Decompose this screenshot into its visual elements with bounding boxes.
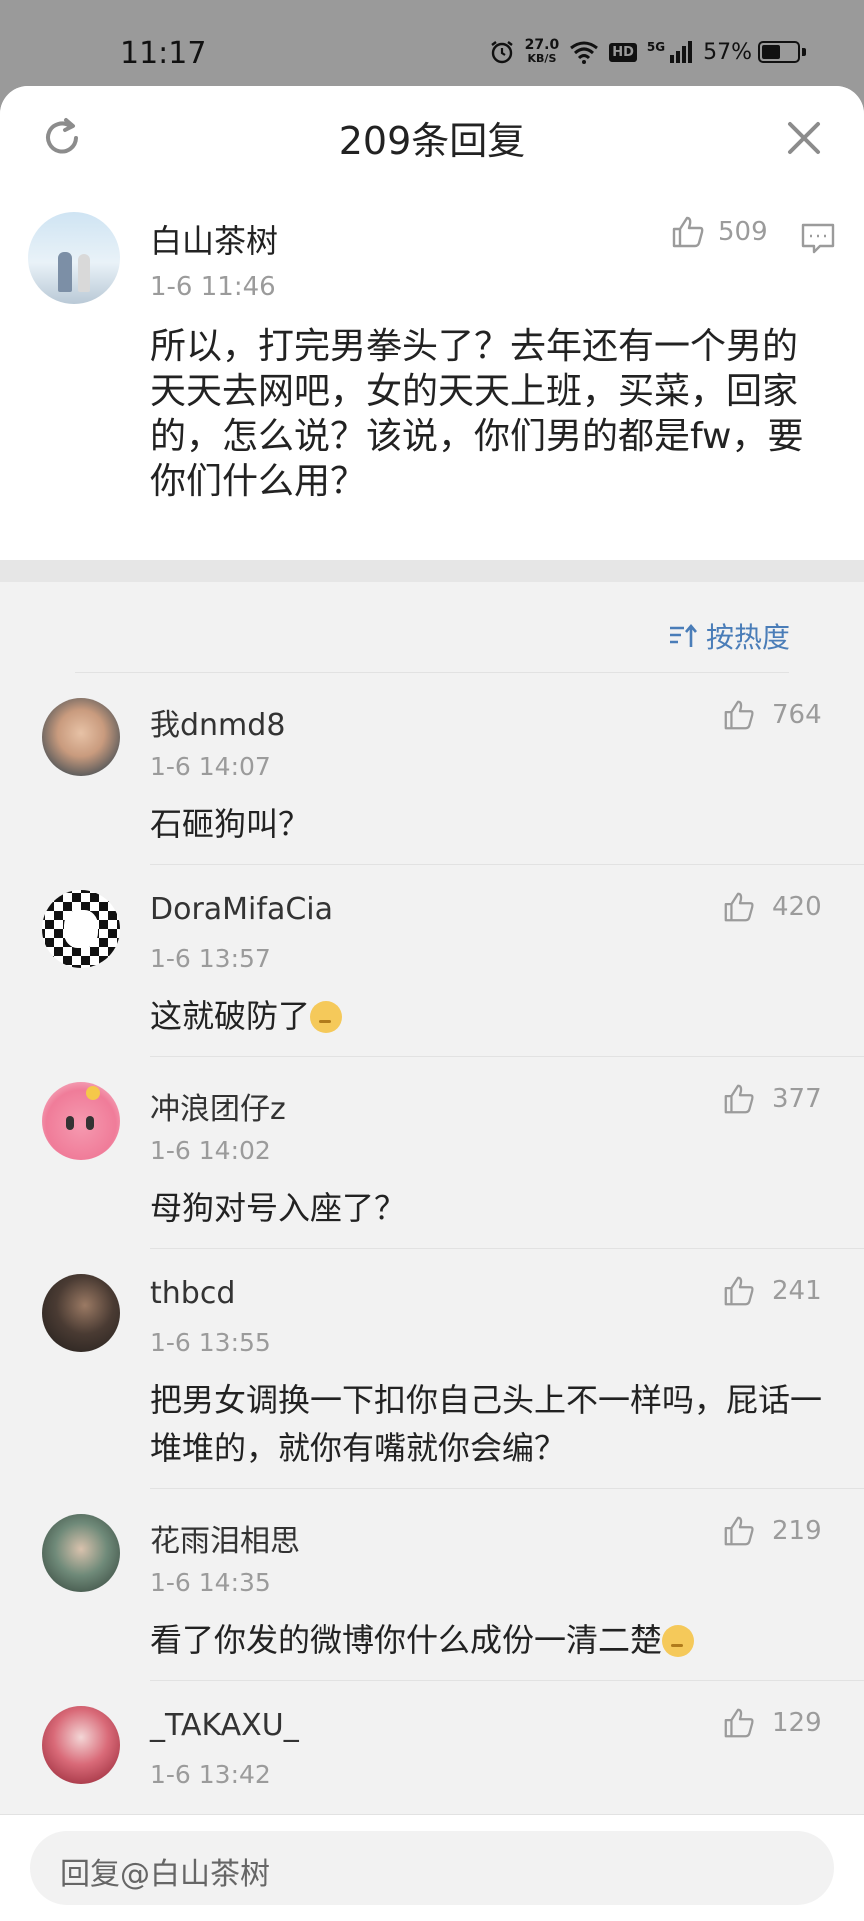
avatar-figure — [58, 252, 72, 292]
battery-percent: 57% — [703, 39, 752, 65]
comment-text: 所以，打完男拳头了？去年还有一个男的天天去网吧，女的天天上班，买菜，回家的，怎么… — [150, 326, 804, 502]
reply-author[interactable]: 冲浪团仔z — [150, 1084, 286, 1128]
divider — [150, 1680, 864, 1681]
thumbs-up-icon — [724, 1516, 754, 1546]
reply-time: 1-6 13:57 — [150, 944, 271, 973]
reply-author[interactable]: DoraMifaCia — [150, 892, 333, 927]
main-comment: 白山茶树 1-6 11:46 509 所以，打完男拳头了？去年还有一个男的天天去… — [0, 190, 864, 560]
reply-text-content: 看了你发的微博你什么成份一清二楚 — [150, 1621, 663, 1659]
avatar-flower — [86, 1086, 100, 1100]
thumbs-up-icon — [724, 700, 754, 730]
like-button[interactable]: 509 — [670, 214, 768, 250]
like-count: 219 — [772, 1516, 822, 1546]
alarm-icon — [490, 41, 513, 64]
sort-button[interactable]: 按热度 — [668, 616, 790, 656]
thumbs-up-icon — [724, 892, 754, 922]
replies-sheet: 209条回复 白山茶树 1-6 11:46 509 所以，打完男拳头了？去年还有… — [0, 86, 864, 1920]
avatar[interactable] — [42, 698, 120, 776]
reply-time: 1-6 14:02 — [150, 1136, 271, 1165]
like-button[interactable]: 764 — [722, 698, 822, 732]
net-speed: 27.0 KB/S — [524, 37, 560, 65]
like-count: 129 — [772, 1708, 822, 1738]
reply-text: 看了你发的微博你什么成份一清二楚 — [150, 1616, 830, 1664]
like-button[interactable]: 241 — [722, 1274, 822, 1308]
like-count: 764 — [772, 700, 822, 730]
like-button[interactable]: 219 — [722, 1514, 822, 1548]
thumbs-up-icon — [724, 1708, 754, 1738]
reply-time: 1-6 14:35 — [150, 1568, 271, 1597]
hd-badge: HD — [609, 42, 637, 62]
wifi-icon — [570, 41, 599, 64]
reply-author[interactable]: 我dnmd8 — [150, 700, 285, 744]
reply-text: 母狗对号入座了？ — [150, 1189, 407, 1227]
sort-label: 按热度 — [706, 621, 791, 654]
close-icon[interactable] — [784, 118, 824, 158]
signal-icon — [670, 41, 693, 63]
page-title: 209条回复 — [338, 119, 526, 163]
thumbs-up-icon — [724, 1084, 754, 1114]
like-button[interactable]: 129 — [722, 1706, 822, 1740]
thinking-emoji-icon — [662, 1625, 695, 1657]
avatar-face — [64, 910, 98, 948]
status-time: 11:17 — [120, 36, 207, 71]
reply-time: 1-6 13:55 — [150, 1328, 271, 1357]
reply-input-bar: 回复@白山茶树 — [0, 1814, 864, 1921]
avatar[interactable] — [42, 1514, 120, 1592]
like-count: 509 — [718, 217, 768, 247]
avatar-eye — [86, 1116, 94, 1130]
reply-text: 石砸狗叫？ — [150, 805, 311, 843]
author-name[interactable]: 白山茶树 — [150, 216, 278, 262]
reply-time: 1-6 14:07 — [150, 752, 271, 781]
reply-time: 1-6 13:42 — [150, 1760, 271, 1789]
reply-input[interactable]: 回复@白山茶树 — [30, 1831, 834, 1905]
comment-icon[interactable] — [800, 220, 836, 256]
thinking-emoji-icon — [310, 1001, 343, 1033]
like-button[interactable]: 377 — [722, 1082, 822, 1116]
avatar-eye — [66, 1116, 74, 1130]
divider — [150, 1056, 864, 1057]
avatar[interactable] — [42, 1706, 120, 1784]
reply-text: 把男女调换一下扣你自己头上不一样吗，屁话一堆堆的，就你有嘴就你会编？ — [150, 1381, 823, 1467]
divider — [150, 1248, 864, 1249]
avatar[interactable] — [42, 1082, 120, 1160]
thumbs-up-icon — [724, 1276, 754, 1306]
sheet-header: 209条回复 — [0, 86, 864, 191]
avatar-figure — [78, 254, 90, 292]
status-icons: 27.0 KB/S HD 5G 57% — [489, 38, 806, 66]
divider — [150, 1488, 864, 1489]
status-bar: 11:17 27.0 KB/S HD 5G 57% — [0, 0, 864, 86]
like-count: 420 — [772, 892, 822, 922]
reply-author[interactable]: thbcd — [150, 1276, 235, 1311]
post-time: 1-6 11:46 — [150, 272, 276, 302]
battery-fill — [762, 45, 780, 59]
avatar[interactable] — [28, 212, 120, 304]
battery-tip — [802, 48, 806, 56]
divider — [75, 672, 789, 673]
like-count: 377 — [772, 1084, 822, 1114]
reply-author[interactable]: _TAKAXU_ — [150, 1708, 299, 1743]
thumbs-up-icon — [672, 216, 704, 248]
reply-author[interactable]: 花雨泪相思 — [150, 1516, 300, 1560]
avatar[interactable] — [42, 890, 120, 968]
avatar[interactable] — [42, 1274, 120, 1352]
battery-icon — [758, 41, 800, 63]
reply-text: 这就破防了 — [150, 992, 830, 1040]
like-count: 241 — [772, 1276, 822, 1306]
battery: 57% — [703, 40, 806, 65]
like-button[interactable]: 420 — [722, 890, 822, 924]
divider — [150, 864, 864, 865]
section-divider — [0, 560, 864, 582]
reply-text-content: 这就破防了 — [150, 997, 311, 1035]
network-type: 5G — [646, 40, 666, 54]
reply-input-placeholder: 回复@白山茶树 — [60, 1857, 270, 1892]
sort-icon — [670, 623, 697, 647]
